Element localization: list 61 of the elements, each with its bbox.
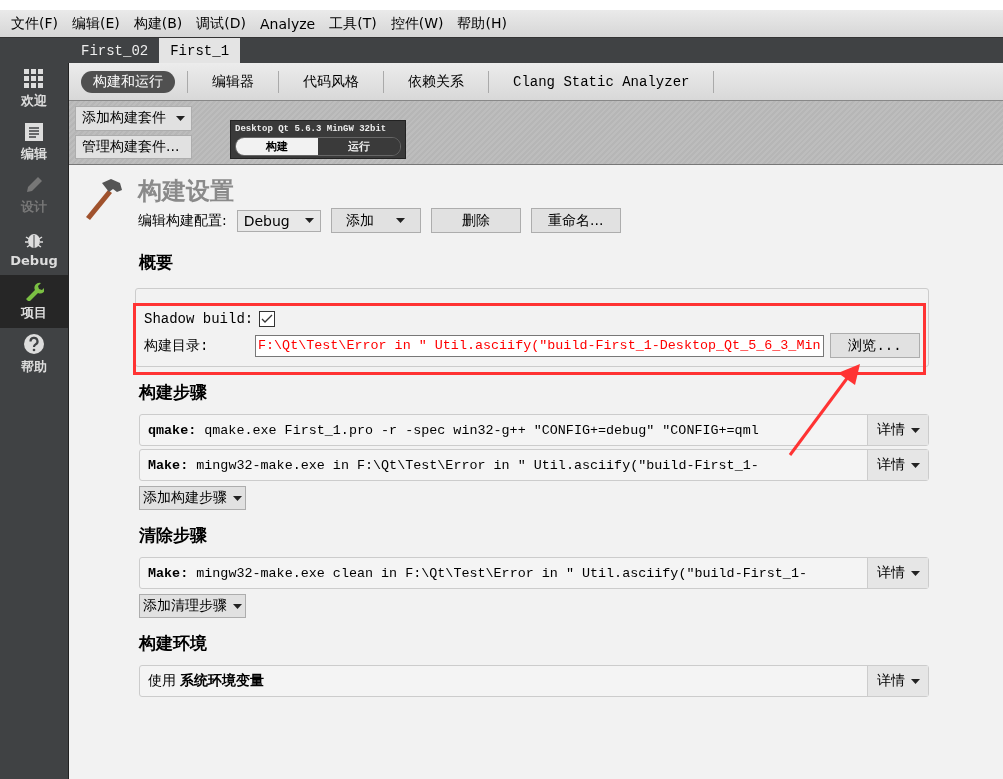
- menu-item[interactable]: 帮助(H): [450, 14, 514, 33]
- section-heading: 构建环境: [139, 632, 208, 655]
- kit-button[interactable]: 管理构建套件...: [75, 134, 192, 159]
- settings-tab[interactable]: 代码风格: [291, 70, 371, 93]
- help-icon: [23, 333, 45, 355]
- caret-icon: [910, 570, 920, 576]
- section-title: 构建设置: [138, 177, 235, 205]
- step-command: Make: mingw32-make.exe clean in F:\Qt\Test\Error in ″ Util.asciify(″build-First_1-: [147, 565, 808, 581]
- kit-button[interactable]: 添加构建套件: [75, 106, 192, 131]
- mode-toggle[interactable]: 构建: [236, 138, 318, 155]
- wrench-icon: [24, 281, 44, 301]
- add-step-button[interactable]: 添加清理步骤: [139, 594, 246, 618]
- caret-icon: [910, 427, 920, 433]
- project-tab[interactable]: First_1: [159, 38, 241, 63]
- menu-item[interactable]: 编辑(E): [65, 14, 127, 33]
- sidebar-item[interactable]: 编辑: [0, 116, 68, 169]
- browse-button[interactable]: 浏览...: [830, 333, 920, 358]
- sidebar-item[interactable]: Debug: [0, 222, 68, 275]
- caret-icon: [910, 462, 920, 468]
- sidebar-item[interactable]: 帮助: [0, 328, 68, 381]
- step-command: qmake: qmake.exe First_1.pro -r -spec win32-g++ ″CONFIG+=debug″ ″CONFIG+=qml: [147, 422, 760, 438]
- caret-icon: [233, 603, 242, 609]
- menu-item[interactable]: 控件(W): [383, 14, 451, 33]
- section-heading: 构建步骤: [139, 381, 208, 404]
- settings-tab[interactable]: 依赖关系: [396, 70, 476, 93]
- caret-icon: [304, 218, 314, 223]
- document-icon: [24, 122, 44, 142]
- sidebar-item[interactable]: 项目: [0, 275, 68, 328]
- step-command: Make: mingw32-make.exe in F:\Qt\Test\Error in ″ Util.asciify(″build-First_1-: [147, 457, 760, 473]
- menu-item[interactable]: 文件(F): [4, 14, 65, 33]
- menu-item[interactable]: 调试(D): [189, 14, 253, 33]
- menu-item[interactable]: Analyze: [253, 15, 323, 32]
- section-heading: 清除步骤: [139, 524, 208, 547]
- project-tab[interactable]: First_02: [70, 38, 160, 63]
- config-button[interactable]: 删除: [430, 208, 521, 233]
- details-button[interactable]: 详情: [867, 415, 928, 445]
- caret-icon: [910, 678, 920, 684]
- settings-tab[interactable]: 构建和运行: [81, 70, 175, 93]
- section-heading: 概要: [139, 251, 174, 274]
- add-step-button[interactable]: 添加构建步骤: [139, 486, 246, 510]
- input-field[interactable]: F:\Qt\Test\Error in ″ Util.asciify(″build-First_1-Desktop_Qt_5_6_3_Min: [255, 334, 824, 357]
- settings-tab[interactable]: 编辑器: [200, 70, 266, 93]
- settings-tab[interactable]: Clang Static Analyzer: [501, 71, 702, 92]
- details-button[interactable]: 详情: [867, 666, 928, 696]
- details-button[interactable]: 详情: [867, 450, 928, 480]
- caret-icon: [233, 495, 242, 501]
- build-dir-label: 构建目录:: [144, 336, 210, 355]
- step-text: 使用 系统环境变量: [147, 672, 266, 690]
- pencil-icon: [24, 175, 44, 195]
- menu-item[interactable]: 工具(T): [322, 14, 384, 33]
- config-button[interactable]: 重命名...: [530, 208, 621, 233]
- shadow-build-label: Shadow build:: [144, 311, 254, 327]
- checkbox[interactable]: [259, 311, 276, 327]
- config-dropdown[interactable]: Debug: [236, 209, 321, 232]
- kit-selector[interactable]: Desktop Qt 5.6.3 MinGW 32bit 构建 运行: [230, 120, 406, 159]
- menu-item[interactable]: 构建(B): [126, 14, 190, 33]
- config-button[interactable]: 添加: [330, 208, 421, 233]
- config-label: 编辑构建配置:: [138, 211, 227, 230]
- grid-icon: [24, 69, 44, 89]
- sidebar-item[interactable]: 欢迎: [0, 63, 68, 116]
- details-button[interactable]: 详情: [867, 558, 928, 588]
